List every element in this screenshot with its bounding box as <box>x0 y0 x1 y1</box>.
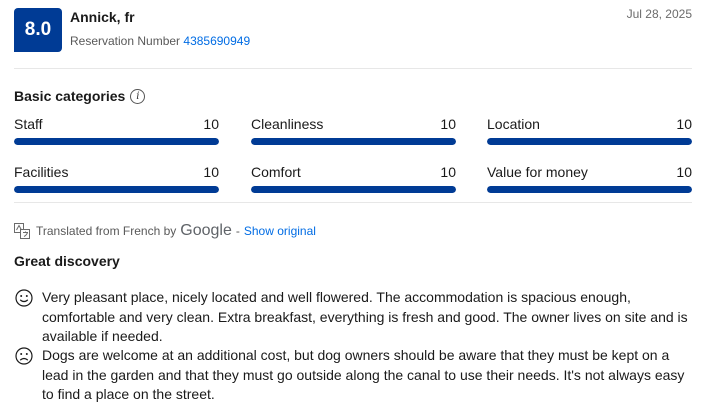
categories-heading: Basic categories i <box>14 88 146 104</box>
reservation-label: Reservation Number <box>70 34 181 48</box>
category-label: Staff <box>14 116 43 132</box>
category-value-for-money: Value for money 10 <box>487 164 692 193</box>
category-bar-fill <box>251 186 456 193</box>
translation-notice: Translated from French by Google - Show … <box>14 222 316 240</box>
category-label: Value for money <box>487 164 588 180</box>
google-logo: Google <box>180 222 232 239</box>
category-value: 10 <box>676 164 692 180</box>
category-bar-fill <box>487 186 692 193</box>
category-label: Facilities <box>14 164 69 180</box>
divider <box>14 202 692 203</box>
category-bar <box>14 186 219 193</box>
info-icon[interactable]: i <box>130 88 146 104</box>
category-label: Comfort <box>251 164 301 180</box>
category-label: Cleanliness <box>251 116 324 132</box>
category-comfort: Comfort 10 <box>251 164 456 193</box>
category-value: 10 <box>203 116 219 132</box>
category-value: 10 <box>440 164 456 180</box>
review-score-badge: 8.0 <box>14 8 62 52</box>
review-date: Jul 28, 2025 <box>626 7 692 21</box>
smile-icon <box>14 288 34 308</box>
categories-title: Basic categories <box>14 88 126 104</box>
category-bar <box>14 138 219 145</box>
translation-prefix: Translated from French by <box>36 224 177 238</box>
category-cleanliness: Cleanliness 10 <box>251 116 456 145</box>
category-bar-fill <box>14 186 219 193</box>
category-bar <box>251 186 456 193</box>
category-bar <box>251 138 456 145</box>
divider <box>14 68 692 69</box>
category-bar <box>487 138 692 145</box>
review-title: Great discovery <box>14 253 120 269</box>
category-location: Location 10 <box>487 116 692 145</box>
positive-text: Very pleasant place, nicely located and … <box>42 289 688 344</box>
frown-icon <box>14 346 34 366</box>
translate-icon <box>14 223 30 239</box>
category-staff: Staff 10 <box>14 116 219 145</box>
negative-text: Dogs are welcome at an additional cost, … <box>42 347 685 402</box>
negative-review: Dogs are welcome at an additional cost, … <box>14 346 694 405</box>
category-bar-fill <box>14 138 219 145</box>
show-original-link[interactable]: Show original <box>244 224 316 238</box>
category-value: 10 <box>440 116 456 132</box>
category-bar-fill <box>487 138 692 145</box>
translation-separator: - <box>235 224 240 238</box>
reviewer-name: Annick, fr <box>70 9 135 25</box>
category-bar <box>487 186 692 193</box>
reservation-info: Reservation Number 4385690949 <box>70 34 250 48</box>
reservation-number-link[interactable]: 4385690949 <box>183 34 250 48</box>
category-bar-fill <box>251 138 456 145</box>
positive-review: Very pleasant place, nicely located and … <box>14 288 694 347</box>
category-value: 10 <box>203 164 219 180</box>
category-label: Location <box>487 116 540 132</box>
category-facilities: Facilities 10 <box>14 164 219 193</box>
category-value: 10 <box>676 116 692 132</box>
